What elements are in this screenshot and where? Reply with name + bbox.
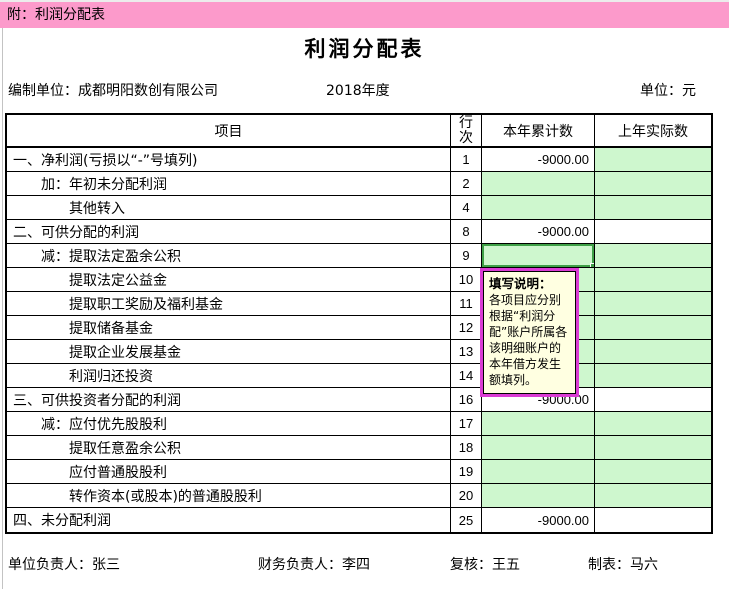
prior-year-cell[interactable] [594, 460, 711, 484]
current-year-cell[interactable]: -9000.00 [481, 220, 594, 244]
current-year-cell[interactable] [481, 460, 594, 484]
reviewer-label: 复核：王五 [450, 557, 520, 573]
line-no-cell[interactable]: 1 [450, 148, 481, 172]
attachment-banner: 附：利润分配表 [0, 2, 729, 28]
line-no-cell[interactable]: 16 [450, 388, 481, 412]
item-cell[interactable]: 提取储备基金 [7, 316, 450, 340]
item-cell[interactable]: 二、可供分配的利润 [7, 220, 450, 244]
prior-year-cell[interactable] [594, 148, 711, 172]
prepared-by-label: 编制单位：成都明阳数创有限公司 [8, 83, 218, 99]
left-edge-divider [2, 28, 3, 589]
comment-text: 各项目应分别根据“利润分配”账户所属各该明细账户的本年借方发生额填列。 [489, 293, 568, 387]
line-no-cell[interactable]: 4 [450, 196, 481, 220]
line-no-cell[interactable]: 2 [450, 172, 481, 196]
line-no-cell[interactable]: 14 [450, 364, 481, 388]
current-year-cell[interactable]: -9000.00 [481, 148, 594, 172]
line-no-cell[interactable]: 17 [450, 412, 481, 436]
item-cell[interactable]: 加：年初未分配利润 [7, 172, 450, 196]
item-cell[interactable]: 提取企业发展基金 [7, 340, 450, 364]
item-cell[interactable]: 三、可供投资者分配的利润 [7, 388, 450, 412]
prior-year-cell[interactable] [594, 484, 711, 508]
header-line-no[interactable]: 行次 [450, 115, 481, 148]
spreadsheet-screen: 附：利润分配表 利润分配表 编制单位：成都明阳数创有限公司 2018年度 单位：… [0, 0, 729, 589]
item-cell[interactable]: 一、净利润(亏损以“-”号填列) [7, 148, 450, 172]
item-cell[interactable]: 应付普通股股利 [7, 460, 450, 484]
header-current-year[interactable]: 本年累计数 [481, 115, 594, 148]
fiscal-year-label: 2018年度 [326, 83, 390, 99]
page-title: 利润分配表 [304, 37, 425, 61]
current-year-cell[interactable] [481, 484, 594, 508]
item-cell[interactable]: 利润归还投资 [7, 364, 450, 388]
line-no-cell[interactable]: 13 [450, 340, 481, 364]
prior-year-cell[interactable] [594, 292, 711, 316]
current-year-cell[interactable] [481, 244, 594, 268]
prior-year-cell[interactable] [594, 196, 711, 220]
item-cell[interactable]: 提取职工奖励及福利基金 [7, 292, 450, 316]
prior-year-cell[interactable] [594, 364, 711, 388]
current-year-cell[interactable] [481, 172, 594, 196]
header-line-no-text: 行次 [459, 115, 473, 146]
item-cell[interactable]: 四、未分配利润 [7, 508, 450, 532]
header-item[interactable]: 项目 [7, 115, 450, 148]
item-cell[interactable]: 提取任意盈余公积 [7, 436, 450, 460]
current-year-cell[interactable] [481, 436, 594, 460]
profit-distribution-table: 项目 行次 本年累计数 上年实际数 一、净利润(亏损以“-”号填列) 1 -90… [5, 113, 713, 534]
prior-year-cell[interactable] [594, 316, 711, 340]
prior-year-cell[interactable] [594, 220, 711, 244]
current-year-cell[interactable]: -9000.00 [481, 508, 594, 532]
header-prior-year[interactable]: 上年实际数 [594, 115, 711, 148]
currency-unit-label: 单位：元 [640, 83, 696, 99]
prior-year-cell[interactable] [594, 172, 711, 196]
item-cell[interactable]: 减：应付优先股股利 [7, 412, 450, 436]
line-no-cell[interactable]: 8 [450, 220, 481, 244]
unit-head-label: 单位负责人：张三 [8, 557, 120, 573]
item-cell[interactable]: 其他转入 [7, 196, 450, 220]
line-no-cell[interactable]: 9 [450, 244, 481, 268]
current-year-cell[interactable] [481, 412, 594, 436]
fill-instruction-comment: 填写说明： 各项目应分别根据“利润分配”账户所属各该明细账户的本年借方发生额填列… [480, 268, 579, 397]
current-year-cell[interactable] [481, 196, 594, 220]
line-no-cell[interactable]: 19 [450, 460, 481, 484]
line-no-cell[interactable]: 20 [450, 484, 481, 508]
prior-year-cell[interactable] [594, 388, 711, 412]
item-cell[interactable]: 减：提取法定盈余公积 [7, 244, 450, 268]
prior-year-cell[interactable] [594, 340, 711, 364]
prior-year-cell[interactable] [594, 244, 711, 268]
prior-year-cell[interactable] [594, 412, 711, 436]
finance-head-label: 财务负责人：李四 [258, 557, 370, 573]
line-no-cell[interactable]: 18 [450, 436, 481, 460]
item-cell[interactable]: 转作资本(或股本)的普通股股利 [7, 484, 450, 508]
line-no-cell[interactable]: 25 [450, 508, 481, 532]
prior-year-cell[interactable] [594, 268, 711, 292]
prior-year-cell[interactable] [594, 436, 711, 460]
line-no-cell[interactable]: 10 [450, 268, 481, 292]
preparer-label: 制表：马六 [588, 557, 658, 573]
line-no-cell[interactable]: 11 [450, 292, 481, 316]
item-cell[interactable]: 提取法定公益金 [7, 268, 450, 292]
line-no-cell[interactable]: 12 [450, 316, 481, 340]
fill-instruction-comment-body: 填写说明： 各项目应分别根据“利润分配”账户所属各该明细账户的本年借方发生额填列… [483, 271, 576, 394]
prior-year-cell[interactable] [594, 508, 711, 532]
comment-title: 填写说明： [489, 276, 552, 291]
